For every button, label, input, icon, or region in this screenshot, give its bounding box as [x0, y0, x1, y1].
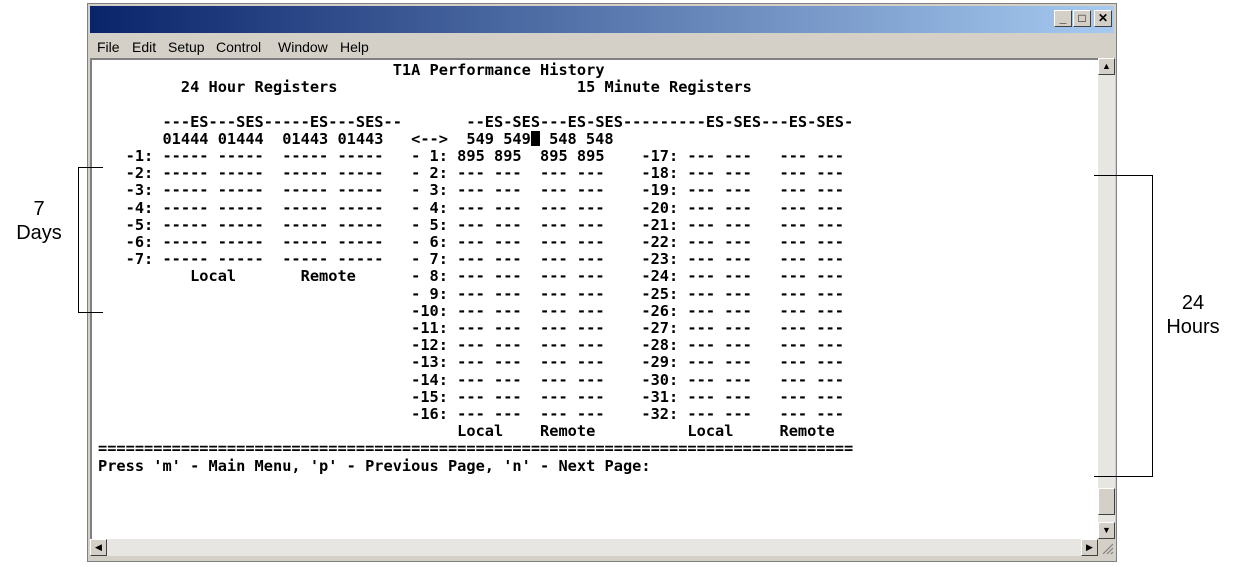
line-12: Local Remote - 8: --- --- --- --- -24: -… — [98, 267, 844, 286]
scroll-left-icon[interactable]: ◀ — [90, 539, 107, 556]
line-0: T1A Performance History — [98, 61, 605, 79]
line-15: -11: --- --- --- --- -27: --- --- --- --… — [98, 319, 844, 338]
minimize-button[interactable]: _ — [1054, 10, 1072, 27]
hours-bracket — [1094, 175, 1153, 477]
line-21: Local Remote Local Remote — [98, 422, 835, 441]
line-4: 01444 01444 01443 01443 <--> 549 549 — [98, 129, 531, 148]
terminal-text: T1A Performance History 24 Hour Register… — [98, 61, 854, 475]
line-16: -12: --- --- --- --- -28: --- --- --- --… — [98, 336, 844, 355]
line-18: -14: --- --- --- --- -30: --- --- --- --… — [98, 370, 844, 389]
line-14: -10: --- --- --- --- -26: --- --- --- --… — [98, 301, 844, 320]
horizontal-scrollbar[interactable]: ◀ ▶ — [90, 539, 1098, 556]
text-cursor — [530, 130, 540, 146]
close-button[interactable]: ✕ — [1094, 10, 1112, 27]
days-annotation: 7 Days — [16, 198, 62, 244]
line-17: -13: --- --- --- --- -29: --- --- --- --… — [98, 353, 844, 372]
scroll-down-icon[interactable]: ▼ — [1098, 522, 1115, 539]
line-23: Press 'm' - Main Menu, 'p' - Previous Pa… — [98, 456, 651, 475]
hours-annotation: 24 Hours — [1166, 292, 1220, 338]
line-3: ---ES---SES-----ES---SES-- --ES-SES---ES… — [98, 112, 854, 131]
menu-window[interactable]: Window — [278, 39, 328, 55]
line-13: - 9: --- --- --- --- -25: --- --- --- --… — [98, 284, 844, 303]
scroll-up-icon[interactable]: ▲ — [1098, 58, 1115, 75]
title-bar[interactable]: _ □ ✕ — [90, 6, 1114, 33]
line-9: -5: ----- ----- ----- ----- - 5: --- ---… — [98, 215, 844, 234]
line-5: -1: ----- ----- ----- ----- - 1: 895 895… — [98, 147, 844, 166]
menu-control[interactable]: Control — [216, 39, 261, 55]
line-8: -4: ----- ----- ----- ----- - 4: --- ---… — [98, 198, 844, 217]
terminal-screen[interactable]: T1A Performance History 24 Hour Register… — [90, 58, 1098, 539]
scroll-thumb[interactable] — [1098, 488, 1115, 515]
resize-grip-icon[interactable] — [1098, 539, 1115, 556]
line-4-suffix: 548 548 — [539, 129, 614, 148]
line-10: -6: ----- ----- ----- ----- - 6: --- ---… — [98, 233, 844, 252]
menu-bar: File Edit Setup Control Window Help — [90, 35, 1114, 57]
line-6: -2: ----- ----- ----- ----- - 2: --- ---… — [98, 164, 844, 183]
line-11: -7: ----- ----- ----- ----- - 7: --- ---… — [98, 250, 844, 269]
line-19: -15: --- --- --- --- -31: --- --- --- --… — [98, 387, 844, 406]
line-7: -3: ----- ----- ----- ----- - 3: --- ---… — [98, 181, 844, 200]
line-1: 24 Hour Registers 15 Minute Registers — [98, 78, 752, 97]
maximize-button[interactable]: □ — [1073, 10, 1091, 27]
terminal-window: _ □ ✕ File Edit Setup Control Window Hel… — [87, 3, 1117, 562]
scroll-right-icon[interactable]: ▶ — [1081, 539, 1098, 556]
line-20: -16: --- --- --- --- -32: --- --- --- --… — [98, 405, 844, 424]
days-bracket — [78, 167, 103, 313]
menu-file[interactable]: File — [97, 39, 120, 55]
menu-help[interactable]: Help — [340, 39, 369, 55]
menu-edit[interactable]: Edit — [132, 39, 156, 55]
line-22: ========================================… — [98, 439, 854, 458]
menu-setup[interactable]: Setup — [168, 39, 205, 55]
